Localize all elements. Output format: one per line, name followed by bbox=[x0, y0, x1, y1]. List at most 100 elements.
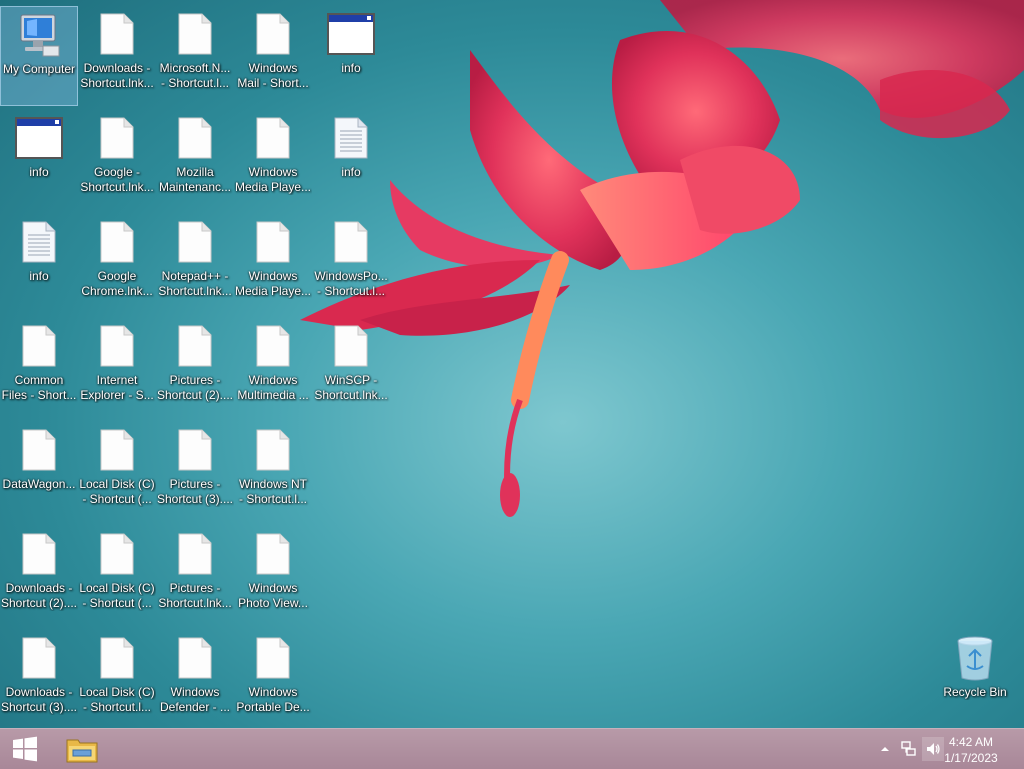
show-hidden-icons-button[interactable] bbox=[874, 737, 896, 761]
desktop-icon-label: Windows Media Playe... bbox=[234, 165, 312, 195]
label-line: Shortcut.lnk... bbox=[80, 180, 154, 194]
desktop-icon-pictures-shortcut-2[interactable]: Pictures - Shortcut (2).... bbox=[156, 318, 234, 418]
desktop-icon-downloads-shortcut-3[interactable]: Downloads - Shortcut (3).... bbox=[0, 630, 78, 730]
chevron-up-icon bbox=[881, 747, 889, 751]
shortcut-file-icon bbox=[327, 322, 375, 370]
desktop-icon-windows-portable-devices-shortcut[interactable]: Windows Portable De... bbox=[234, 630, 312, 730]
shortcut-file-icon bbox=[171, 634, 219, 682]
shortcut-file-icon bbox=[15, 426, 63, 474]
desktop-icon-label: Downloads - Shortcut (2).... bbox=[0, 581, 78, 611]
label-line: info bbox=[341, 165, 361, 179]
windows-logo-icon bbox=[13, 736, 37, 762]
taskbar: 4:42 AM 1/17/2023 bbox=[0, 728, 1024, 769]
label-line: Windows bbox=[248, 165, 298, 179]
desktop: My Computer Downloads - Shortcut.lnk... Mic… bbox=[0, 0, 1024, 728]
label-line: Downloads - bbox=[5, 581, 73, 595]
desktop-icon-google-chrome-shortcut[interactable]: Google Chrome.lnk... bbox=[78, 214, 156, 314]
shortcut-file-icon bbox=[171, 114, 219, 162]
desktop-icon-info-text[interactable]: info bbox=[0, 214, 78, 314]
desktop-icon-windowspowershell-shortcut[interactable]: WindowsPo... - Shortcut.l... bbox=[312, 214, 390, 314]
shortcut-file-icon bbox=[171, 322, 219, 370]
desktop-icon-label: info bbox=[0, 269, 78, 284]
label-line: info bbox=[341, 61, 361, 75]
system-tray: 4:42 AM 1/17/2023 bbox=[864, 729, 1024, 769]
start-button[interactable] bbox=[0, 729, 50, 769]
desktop-icon-info-window[interactable]: info bbox=[312, 6, 390, 106]
desktop-icon-google-shortcut[interactable]: Google - Shortcut.lnk... bbox=[78, 110, 156, 210]
desktop-icon-pictures-shortcut-3[interactable]: Pictures - Shortcut (3).... bbox=[156, 422, 234, 522]
label-line: Windows bbox=[248, 581, 298, 595]
desktop-icon-datawagon-shortcut[interactable]: DataWagon... bbox=[0, 422, 78, 522]
shortcut-file-icon bbox=[15, 322, 63, 370]
desktop-icon-label: Google Chrome.lnk... bbox=[78, 269, 156, 299]
label-line: DataWagon... bbox=[2, 477, 76, 491]
label-line: Windows bbox=[248, 685, 298, 699]
label-line: WindowsPo... bbox=[314, 269, 388, 283]
label-line: Shortcut.lnk... bbox=[314, 388, 388, 402]
label-line: Google bbox=[97, 269, 137, 283]
clock-time: 4:42 AM bbox=[948, 735, 994, 749]
shortcut-file-icon bbox=[249, 322, 297, 370]
taskbar-clock[interactable]: 4:42 AM 1/17/2023 bbox=[936, 734, 1006, 766]
desktop-icon-label: Windows Mail - Short... bbox=[234, 61, 312, 91]
desktop-icon-label: info bbox=[312, 165, 390, 180]
shortcut-file-icon bbox=[93, 426, 141, 474]
desktop-icon-notepadpp-shortcut[interactable]: Notepad++ - Shortcut.lnk... bbox=[156, 214, 234, 314]
desktop-icon-microsoft-shortcut[interactable]: Microsoft.N... - Shortcut.l... bbox=[156, 6, 234, 106]
label-line: Common bbox=[14, 373, 64, 387]
desktop-icon-common-files-shortcut[interactable]: Common Files - Short... bbox=[0, 318, 78, 418]
desktop-icon-windows-media-player-shortcut[interactable]: Windows Media Playe... bbox=[234, 110, 312, 210]
desktop-icon-windows-defender-shortcut[interactable]: Windows Defender - ... bbox=[156, 630, 234, 730]
label-line: Local Disk (C) bbox=[79, 477, 155, 491]
label-line: Shortcut.lnk... bbox=[80, 76, 154, 90]
desktop-icon-label: Google - Shortcut.lnk... bbox=[78, 165, 156, 195]
shortcut-file-icon bbox=[15, 530, 63, 578]
desktop-icon-pictures-shortcut[interactable]: Pictures - Shortcut.lnk... bbox=[156, 526, 234, 626]
label-line: Downloads - bbox=[83, 61, 151, 75]
desktop-icon-label: Local Disk (C) - Shortcut.l... bbox=[78, 685, 156, 715]
network-icon bbox=[901, 741, 916, 756]
application-window-icon bbox=[15, 114, 63, 162]
desktop-icon-info-text[interactable]: info bbox=[312, 110, 390, 210]
shortcut-file-icon bbox=[171, 426, 219, 474]
label-line: - Shortcut.l... bbox=[82, 700, 152, 714]
label-line: Notepad++ - bbox=[161, 269, 229, 283]
desktop-icon-winscp-shortcut[interactable]: WinSCP - Shortcut.lnk... bbox=[312, 318, 390, 418]
desktop-icon-label: Windows Multimedia ... bbox=[234, 373, 312, 403]
shortcut-file-icon bbox=[93, 10, 141, 58]
desktop-icon-info-window[interactable]: info bbox=[0, 110, 78, 210]
desktop-icon-downloads-shortcut-2[interactable]: Downloads - Shortcut (2).... bbox=[0, 526, 78, 626]
label-line: - Shortcut.l... bbox=[238, 492, 308, 506]
desktop-icon-local-disk-c-shortcut-3[interactable]: Local Disk (C) - Shortcut.l... bbox=[78, 630, 156, 730]
desktop-icon-label: Downloads - Shortcut (3).... bbox=[0, 685, 78, 715]
label-line: Pictures - bbox=[169, 581, 221, 595]
desktop-icon-windows-multimedia-shortcut[interactable]: Windows Multimedia ... bbox=[234, 318, 312, 418]
desktop-icon-mozilla-maintenance-shortcut[interactable]: Mozilla Maintenanc... bbox=[156, 110, 234, 210]
desktop-icon-label: My Computer bbox=[0, 62, 78, 77]
desktop-icon-recycle-bin[interactable]: Recycle Bin bbox=[936, 630, 1014, 730]
desktop-icon-windows-photo-viewer-shortcut[interactable]: Windows Photo View... bbox=[234, 526, 312, 626]
desktop-icon-windows-media-player-shortcut-2[interactable]: Windows Media Playe... bbox=[234, 214, 312, 314]
label-line: Windows bbox=[170, 685, 220, 699]
network-tray-button[interactable] bbox=[898, 737, 920, 761]
desktop-icon-label: Pictures - Shortcut.lnk... bbox=[156, 581, 234, 611]
label-line: info bbox=[29, 165, 49, 179]
desktop-icon-downloads-shortcut[interactable]: Downloads - Shortcut.lnk... bbox=[78, 6, 156, 106]
file-explorer-icon bbox=[66, 739, 98, 763]
desktop-icon-windows-mail-shortcut[interactable]: Windows Mail - Short... bbox=[234, 6, 312, 106]
label-line: Multimedia ... bbox=[237, 388, 309, 402]
label-line: Internet bbox=[96, 373, 138, 387]
file-explorer-taskbar-button[interactable] bbox=[58, 729, 106, 769]
desktop-icon-internet-explorer-shortcut[interactable]: Internet Explorer - S... bbox=[78, 318, 156, 418]
desktop-icon-label: Windows Media Playe... bbox=[234, 269, 312, 299]
desktop-icon-windows-nt-shortcut[interactable]: Windows NT - Shortcut.l... bbox=[234, 422, 312, 522]
desktop-icon-label: Microsoft.N... - Shortcut.l... bbox=[156, 61, 234, 91]
label-line: Windows bbox=[248, 61, 298, 75]
desktop-icon-label: Notepad++ - Shortcut.lnk... bbox=[156, 269, 234, 299]
desktop-icon-local-disk-c-shortcut-2[interactable]: Local Disk (C) - Shortcut (... bbox=[78, 526, 156, 626]
desktop-icon-my-computer[interactable]: My Computer bbox=[0, 6, 78, 106]
text-file-icon bbox=[327, 114, 375, 162]
label-line: Local Disk (C) bbox=[79, 581, 155, 595]
desktop-icon-local-disk-c-shortcut[interactable]: Local Disk (C) - Shortcut (... bbox=[78, 422, 156, 522]
label-line: - Shortcut.l... bbox=[316, 284, 386, 298]
